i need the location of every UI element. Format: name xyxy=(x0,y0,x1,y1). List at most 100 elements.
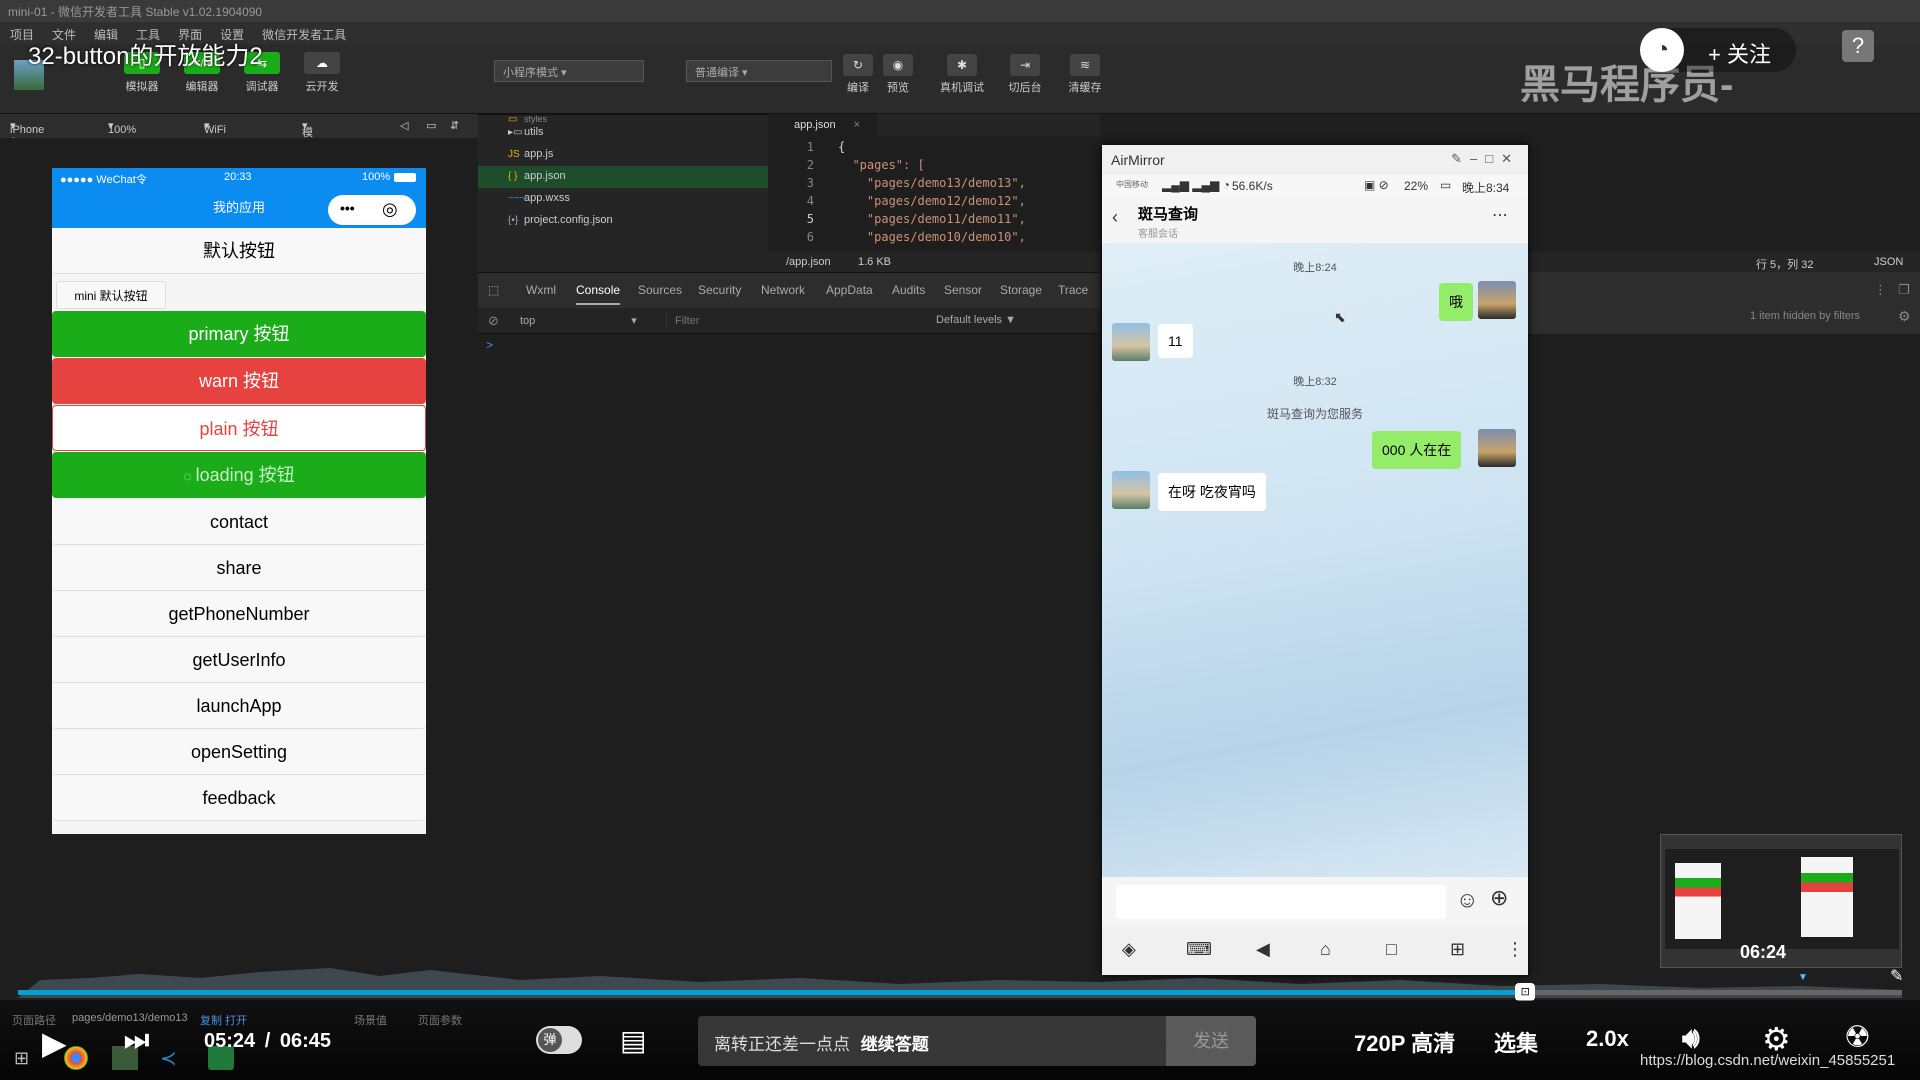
share-button[interactable]: share xyxy=(52,545,426,591)
close-circle-icon[interactable]: ◎ xyxy=(382,199,398,220)
windows-start-icon[interactable]: ⊞ xyxy=(14,1048,29,1069)
edit-icon[interactable]: ✎ xyxy=(1451,151,1470,166)
chrome-icon[interactable] xyxy=(64,1046,88,1070)
tab-console[interactable]: Console xyxy=(576,283,621,305)
danmaku-input[interactable]: 离转正还差一点点 继续答题 xyxy=(698,1016,1166,1066)
rotate-icon[interactable]: ⇵ xyxy=(450,119,459,132)
clear-cache-button[interactable]: ≋ 清缓存 xyxy=(1060,54,1110,95)
cloud-dev-button[interactable]: ☁ 云开发 xyxy=(300,52,344,94)
preview-button[interactable]: ◉ 预览 xyxy=(873,54,923,95)
maximize-icon[interactable]: □ xyxy=(1485,151,1501,166)
menu-capsule[interactable]: ••• ◎ xyxy=(328,195,416,225)
tab-appdata[interactable]: AppData xyxy=(826,283,873,297)
log-levels-select[interactable]: Default levels ▼ xyxy=(936,314,1016,326)
speed-button[interactable]: 2.0x xyxy=(1586,1026,1629,1052)
operation-select[interactable]: 模拟操作 ▾ xyxy=(302,119,313,187)
message-bubble-sent[interactable]: 哦 xyxy=(1439,283,1473,321)
console-filter-input[interactable] xyxy=(666,311,926,331)
zoom-select[interactable]: 100% ▾ xyxy=(108,119,136,136)
tab-security[interactable]: Security xyxy=(698,283,741,297)
open-setting-button[interactable]: openSetting xyxy=(52,729,426,775)
message-input[interactable] xyxy=(1116,885,1446,919)
message-bubble-received[interactable]: 在呀 吃夜宵吗 xyxy=(1158,473,1266,511)
danmaku-settings-icon[interactable]: ▤ xyxy=(620,1024,646,1057)
message-bubble-received[interactable]: 11 xyxy=(1158,324,1193,358)
pin-icon[interactable]: ✎ xyxy=(1890,966,1903,986)
window-controls[interactable]: ✎–□✕ xyxy=(1451,151,1520,167)
widescreen-icon[interactable]: ☢ xyxy=(1844,1020,1871,1055)
status-language[interactable]: JSON xyxy=(1874,256,1903,268)
follow-button[interactable]: ◔ + 关注 xyxy=(1640,28,1796,72)
emoji-icon[interactable]: ☺ xyxy=(1456,887,1478,913)
vscode-icon[interactable]: ≺ xyxy=(160,1046,177,1071)
plain-button[interactable]: plain 按钮 xyxy=(52,405,426,451)
context-select[interactable]: top ▾ xyxy=(520,314,650,327)
tab-network[interactable]: Network xyxy=(761,283,805,297)
get-phone-number-button[interactable]: getPhoneNumber xyxy=(52,591,426,637)
tab-audits[interactable]: Audits xyxy=(892,283,925,297)
tab-sensor[interactable]: Sensor xyxy=(944,283,982,297)
menu-item-devtools[interactable]: 微信开发者工具 xyxy=(262,26,346,42)
dock-icon[interactable]: ❐ xyxy=(1898,282,1910,298)
file-item-app-wxss[interactable]: ~~~app.wxss xyxy=(478,188,768,210)
episodes-button[interactable]: 选集 xyxy=(1494,1026,1538,1058)
status-path: /app.json xyxy=(786,256,831,268)
back-icon[interactable]: ‹ xyxy=(1112,207,1118,228)
file-item-utils[interactable]: ▸▭ utils xyxy=(478,122,768,144)
close-icon[interactable]: ✕ xyxy=(1501,151,1520,166)
warn-button[interactable]: warn 按钮 xyxy=(52,358,426,404)
file-item-app-js[interactable]: JS app.js xyxy=(478,144,768,166)
kebab-menu-icon[interactable]: ⋮ xyxy=(1874,282,1887,298)
avatar[interactable] xyxy=(1112,471,1150,509)
mini-default-button[interactable]: mini 默认按钮 xyxy=(56,281,166,309)
follow-label: + 关注 xyxy=(1708,42,1771,67)
feedback-button[interactable]: feedback xyxy=(52,775,426,821)
progress-handle-icon[interactable]: ⊡ xyxy=(1515,983,1536,1001)
danmaku-quiz-link[interactable]: 继续答题 xyxy=(861,1035,929,1054)
volume-icon[interactable]: 🔊︎ xyxy=(1682,1022,1700,1055)
tab-trace[interactable]: Trace xyxy=(1058,283,1088,297)
help-icon[interactable]: ? xyxy=(1842,30,1874,62)
inspect-icon[interactable]: ⬚ xyxy=(488,283,499,297)
primary-button[interactable]: primary 按钮 xyxy=(52,311,426,357)
network-select[interactable]: WiFi ▾ xyxy=(204,119,226,136)
danmaku-toggle[interactable]: 弹 xyxy=(536,1026,582,1054)
close-icon[interactable]: × xyxy=(854,119,860,131)
console-output[interactable]: > xyxy=(478,334,1100,1004)
mode-select[interactable]: 小程序模式 ▾ xyxy=(494,60,644,82)
window-icon[interactable]: ▭ xyxy=(426,119,436,132)
more-icon[interactable]: ••• xyxy=(340,200,355,216)
settings-icon[interactable]: ⚙ xyxy=(1898,308,1911,325)
send-button[interactable]: 发送 xyxy=(1166,1016,1256,1066)
loading-button[interactable]: ◌ loading 按钮 xyxy=(52,452,426,498)
minimize-icon[interactable]: – xyxy=(1470,151,1485,166)
contact-button[interactable]: contact xyxy=(52,499,426,545)
copy-open-link[interactable]: 复制 打开 xyxy=(200,1012,247,1028)
avatar[interactable] xyxy=(1112,323,1150,361)
more-icon[interactable]: ⋯ xyxy=(1492,205,1508,225)
chat-subtitle: 客服会话 xyxy=(1138,229,1178,240)
device-select[interactable]: iPhone 6 ▾ xyxy=(10,119,44,148)
avatar[interactable] xyxy=(1478,429,1516,467)
background-button[interactable]: ⇥ 切后台 xyxy=(1000,54,1050,95)
tab-wxml[interactable]: Wxml xyxy=(526,283,556,297)
get-user-info-button[interactable]: getUserInfo xyxy=(52,637,426,683)
code-editor[interactable]: 1 { 2 "pages": [ 3 "pages/demo13/demo13",… xyxy=(768,136,1100,252)
plus-circle-icon[interactable]: ⊕ xyxy=(1490,885,1508,911)
tab-storage[interactable]: Storage xyxy=(1000,283,1042,297)
tab-app-json[interactable]: app.json × xyxy=(768,114,878,136)
file-item-project-config[interactable]: {•} project.config.json xyxy=(478,210,768,232)
quality-button[interactable]: 720P 高清 xyxy=(1354,1026,1455,1058)
remote-debug-button[interactable]: ✱ 真机调试 xyxy=(937,54,987,95)
avatar[interactable] xyxy=(1478,281,1516,319)
file-item-app-json[interactable]: { } app.json xyxy=(478,166,768,188)
block-icon[interactable]: ⊘ xyxy=(488,313,499,329)
next-icon[interactable]: ⏭ xyxy=(124,1024,149,1057)
compile-select[interactable]: 普通编译 ▾ xyxy=(686,60,832,82)
tab-sources[interactable]: Sources xyxy=(638,283,682,297)
launch-app-button[interactable]: launchApp xyxy=(52,683,426,729)
play-icon[interactable]: ▶ xyxy=(42,1024,67,1062)
message-bubble-sent[interactable]: 000 人在在 xyxy=(1372,431,1462,469)
default-button[interactable]: 默认按钮 xyxy=(52,228,426,274)
mute-icon[interactable]: ◁ xyxy=(400,119,408,132)
